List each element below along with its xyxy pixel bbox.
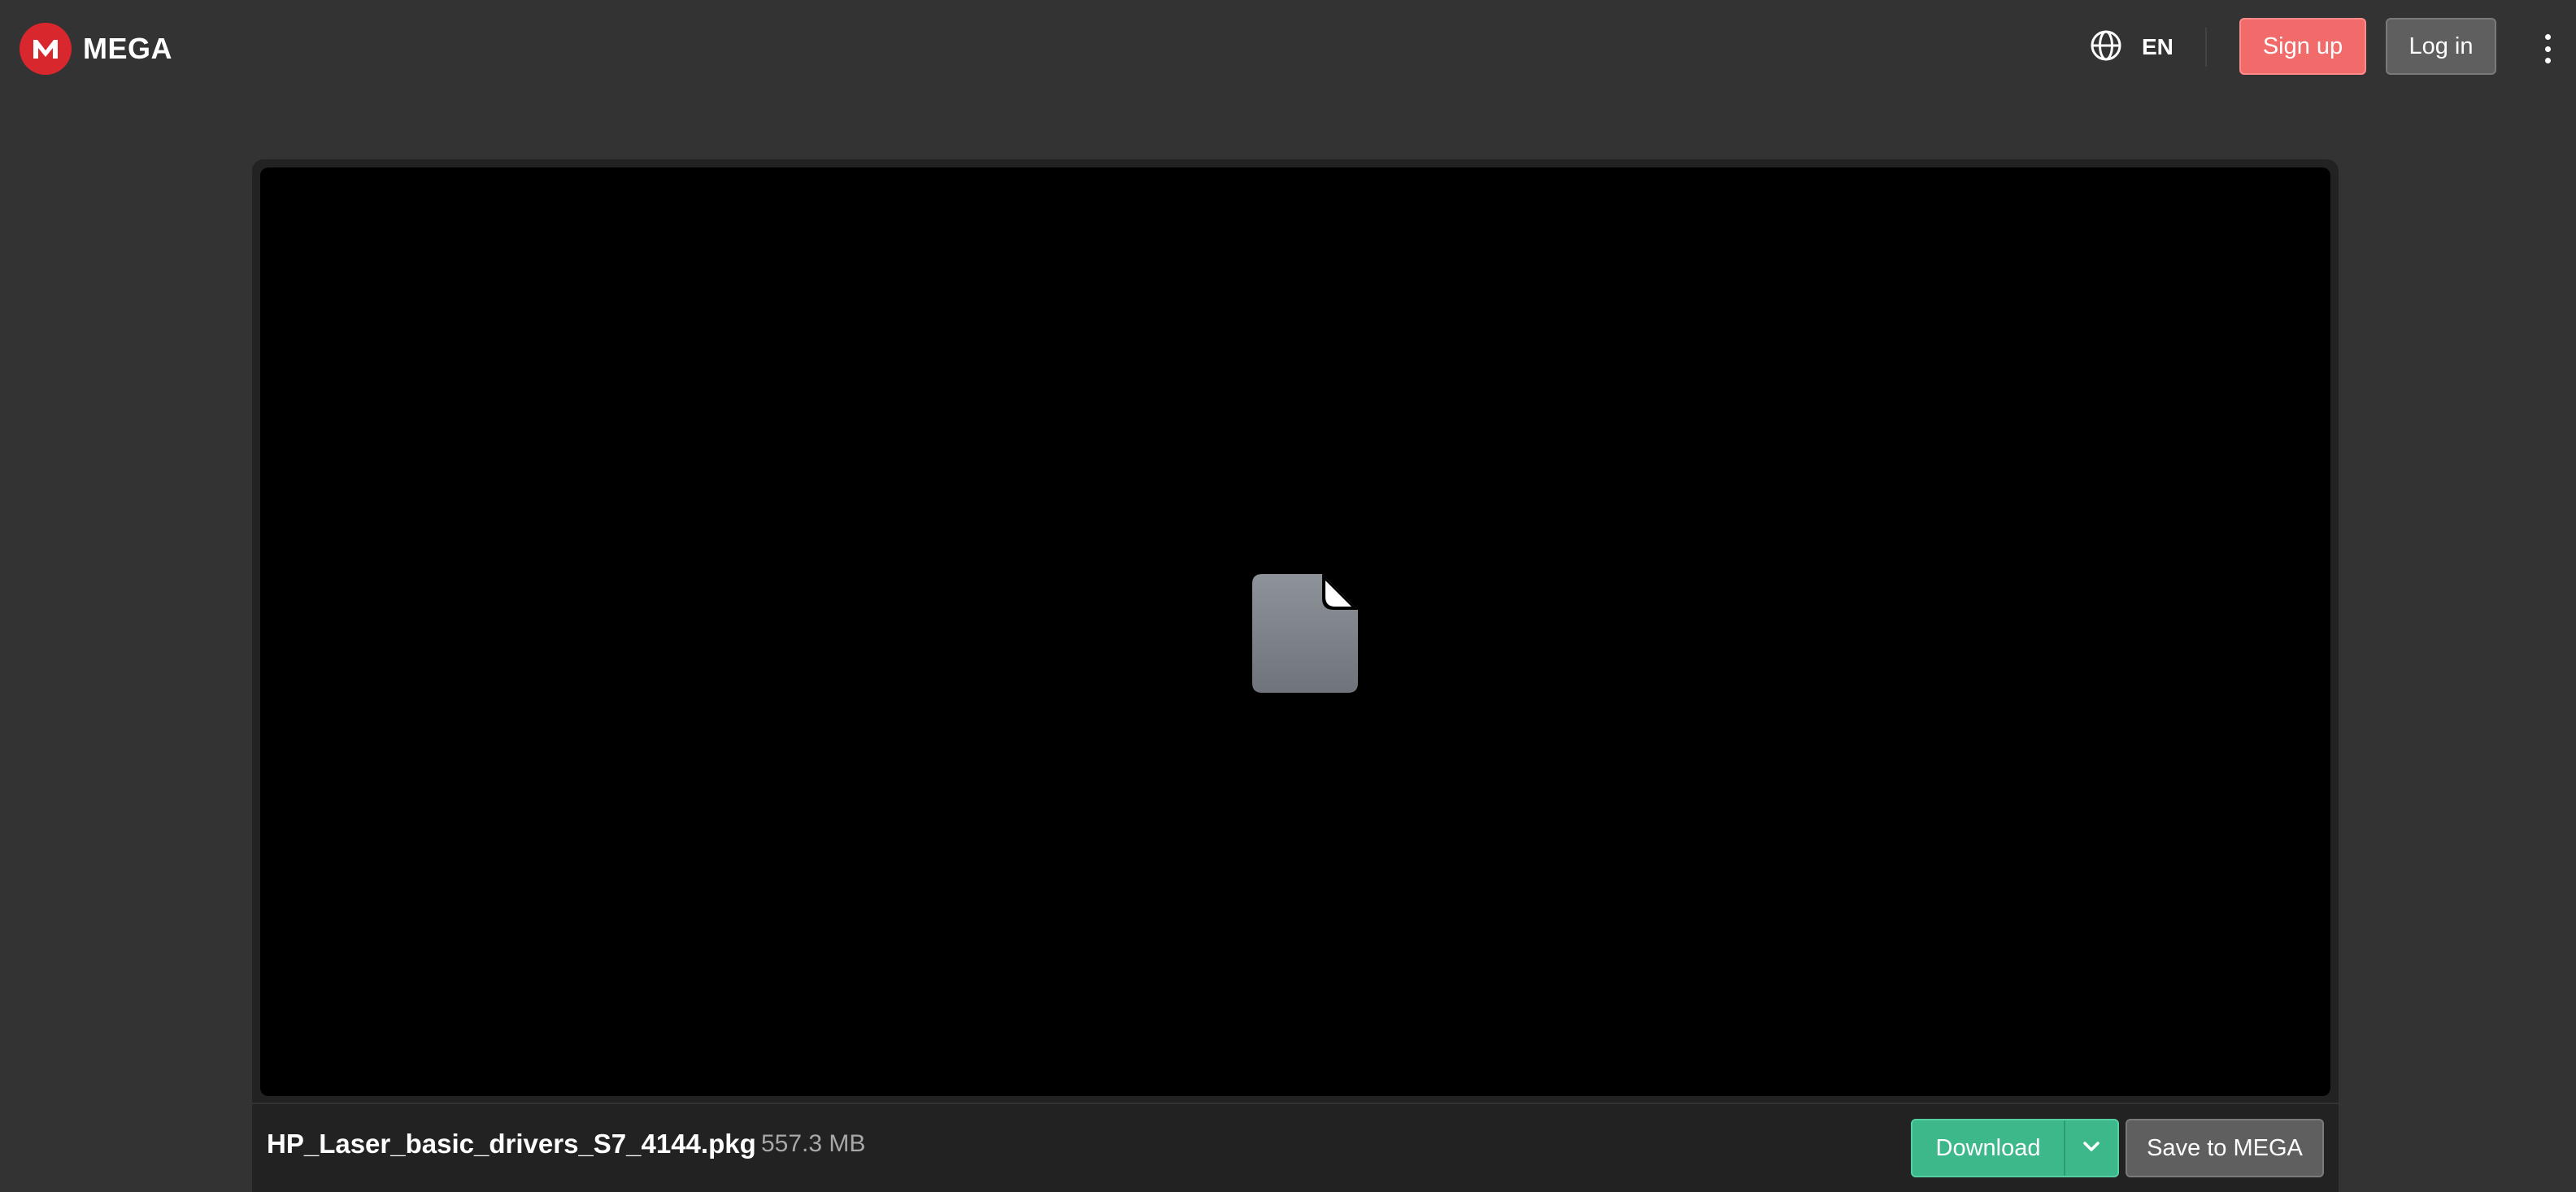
save-to-mega-button[interactable]: Save to MEGA (2126, 1119, 2324, 1177)
download-options-button[interactable] (2065, 1120, 2117, 1176)
header-divider (2205, 28, 2207, 67)
generic-file-icon (1252, 574, 1358, 693)
language-selector[interactable]: EN (2090, 29, 2174, 65)
file-info-bar: HP_Laser_basic_drivers_S7_4144.pkg 557.3… (252, 1103, 2339, 1192)
language-label: EN (2142, 34, 2174, 59)
globe-icon (2090, 29, 2122, 66)
mega-logo[interactable]: MEGA (20, 23, 172, 75)
file-preview (260, 167, 2330, 1096)
file-size: 557.3 MB (761, 1130, 866, 1157)
top-bar: MEGA EN Sign up Log in (0, 0, 2576, 98)
file-viewer: HP_Laser_basic_drivers_S7_4144.pkg 557.3… (252, 159, 2339, 1192)
chevron-down-icon (2082, 1141, 2100, 1156)
logo-text: MEGA (83, 32, 172, 65)
login-button[interactable]: Log in (2386, 18, 2496, 75)
more-vertical-icon[interactable] (2535, 31, 2560, 67)
signup-button[interactable]: Sign up (2239, 18, 2366, 75)
file-name: HP_Laser_basic_drivers_S7_4144.pkg (267, 1129, 756, 1159)
mega-logo-icon (20, 23, 72, 75)
download-button-group: Download (1911, 1119, 2119, 1177)
download-button[interactable]: Download (1912, 1120, 2064, 1176)
